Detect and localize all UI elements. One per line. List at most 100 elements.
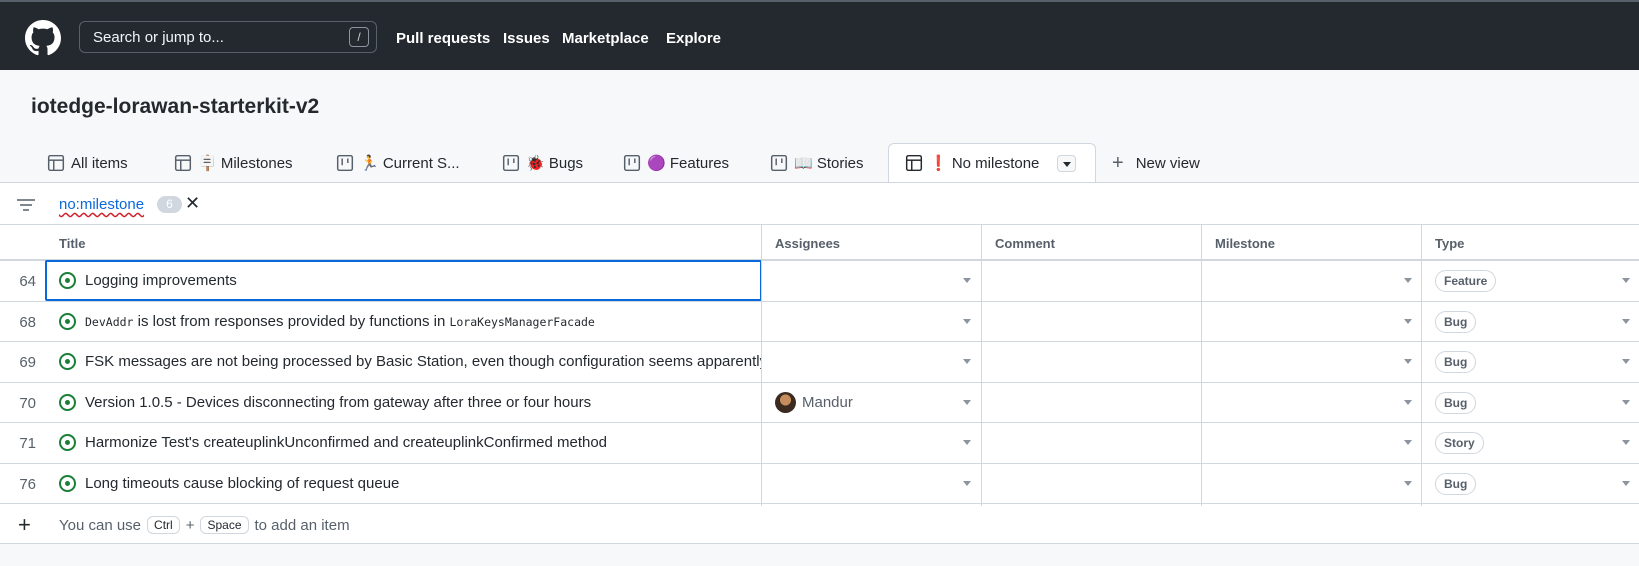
- type-dropdown-icon[interactable]: [1622, 359, 1630, 364]
- board-icon: [502, 154, 520, 172]
- assignees-dropdown-icon[interactable]: [963, 359, 971, 364]
- code-span: LoraKeysManagerFacade: [449, 314, 595, 329]
- new-view-button[interactable]: + New view: [1112, 143, 1200, 183]
- clear-filter-icon[interactable]: ✕: [185, 193, 200, 214]
- milestone-dropdown-icon[interactable]: [1404, 318, 1412, 324]
- avatar: [775, 391, 796, 413]
- tab-label: 🏃 Current S...: [360, 155, 460, 172]
- assignees-dropdown-icon[interactable]: [963, 399, 971, 405]
- table-row[interactable]: 76 Long timeouts cause blocking of reque…: [0, 464, 1639, 504]
- table-row[interactable]: 68 DevAddr is lost from responses provid…: [0, 302, 1639, 342]
- milestone-dropdown-icon[interactable]: [1404, 399, 1412, 405]
- plus-icon: +: [1112, 151, 1124, 174]
- milestone-dropdown-icon[interactable]: [1404, 278, 1412, 283]
- assignees-dropdown-icon[interactable]: [963, 480, 971, 486]
- assignee[interactable]: Mandur: [775, 391, 853, 413]
- column-divider: [981, 225, 982, 506]
- table-row[interactable]: 71 Harmonize Test's createuplinkUnconfir…: [0, 423, 1639, 464]
- milestone-dropdown-icon[interactable]: [1404, 440, 1412, 445]
- column-divider: [761, 225, 762, 506]
- tab-features[interactable]: 🟣 Features: [623, 143, 729, 183]
- plus-icon[interactable]: +: [18, 512, 31, 538]
- column-header-milestone[interactable]: Milestone: [1215, 236, 1275, 251]
- row-number: 71: [19, 435, 36, 452]
- tab-label: New view: [1135, 154, 1200, 172]
- milestone-dropdown-icon[interactable]: [1404, 359, 1412, 364]
- tab-current-sprint[interactable]: 🏃 Current S...: [336, 143, 460, 183]
- issue-title[interactable]: Version 1.0.5 - Devices disconnecting fr…: [85, 394, 761, 411]
- type-dropdown-icon[interactable]: [1622, 318, 1630, 324]
- issue-title[interactable]: Long timeouts cause blocking of request …: [85, 475, 761, 492]
- tab-label: 🪧 Milestones: [198, 155, 293, 172]
- tab-all-items[interactable]: All items: [47, 143, 128, 183]
- type-badge: Bug: [1435, 351, 1477, 373]
- column-header-comment[interactable]: Comment: [995, 236, 1055, 251]
- type-dropdown-icon[interactable]: [1622, 440, 1630, 445]
- row-number: 64: [19, 273, 36, 290]
- column-header-type[interactable]: Type: [1435, 236, 1464, 251]
- global-header: Search or jump to... / Pull requests Iss…: [0, 0, 1639, 70]
- table-row[interactable]: 70 Version 1.0.5 - Devices disconnecting…: [0, 383, 1639, 423]
- nav-issues[interactable]: Issues: [503, 30, 550, 47]
- board-icon: [623, 154, 641, 172]
- table-icon: [905, 154, 923, 172]
- tab-milestones[interactable]: 🪧 Milestones: [174, 143, 293, 183]
- github-logo-icon[interactable]: [25, 20, 61, 56]
- row-number: 70: [19, 394, 36, 412]
- column-header-assignees[interactable]: Assignees: [775, 236, 840, 251]
- table-row[interactable]: 69 FSK messages are not being processed …: [0, 342, 1639, 383]
- nav-explore[interactable]: Explore: [666, 30, 721, 47]
- filter-input[interactable]: no:milestone: [59, 196, 144, 213]
- tab-label: 🟣 Features: [647, 155, 730, 172]
- hint-prefix: You can use: [59, 516, 142, 534]
- search-shortcut-key: /: [349, 27, 369, 47]
- row-number: 69: [19, 354, 36, 371]
- open-issue-icon: [59, 353, 76, 370]
- add-item-hint: You can use Ctrl + Space to add an item: [59, 516, 350, 534]
- board-icon: [770, 154, 788, 172]
- project-title[interactable]: iotedge-lorawan-starterkit-v2: [31, 95, 319, 119]
- tab-no-milestone[interactable]: ❗ No milestone: [905, 143, 1039, 183]
- assignee-name: Mandur: [802, 393, 853, 411]
- type-badge: Feature: [1435, 270, 1497, 292]
- hint-suffix: to add an item: [254, 516, 350, 534]
- issue-title[interactable]: DevAddr is lost from responses provided …: [85, 313, 761, 330]
- kbd-ctrl: Ctrl: [147, 516, 180, 534]
- tab-label: ❗ No milestone: [929, 155, 1040, 172]
- table-row[interactable]: 64 Logging improvements Feature: [0, 260, 1639, 302]
- open-issue-icon: [59, 474, 76, 492]
- type-dropdown-icon[interactable]: [1622, 399, 1630, 405]
- filter-result-count: 6: [157, 196, 182, 213]
- selected-cell-outline: [45, 260, 762, 301]
- filter-icon[interactable]: [17, 199, 35, 211]
- column-header-title[interactable]: Title: [59, 236, 86, 251]
- tab-label: 🐞 Bugs: [526, 155, 584, 172]
- hint-plus: +: [185, 516, 195, 534]
- search-input[interactable]: Search or jump to... /: [79, 21, 377, 53]
- board-icon: [336, 154, 354, 172]
- view-options-dropdown[interactable]: [1057, 155, 1076, 172]
- issue-title[interactable]: FSK messages are not being processed by …: [85, 353, 761, 370]
- add-item-row[interactable]: + You can use Ctrl + Space to add an ite…: [0, 504, 1639, 544]
- type-badge: Story: [1435, 432, 1484, 454]
- filter-bar: no:milestone 6 ✕: [0, 183, 1639, 225]
- table-icon: [174, 154, 192, 172]
- issue-title[interactable]: Harmonize Test's createuplinkUnconfirmed…: [85, 434, 761, 451]
- nav-pull-requests[interactable]: Pull requests: [396, 30, 490, 47]
- title-text: is lost from responses provided by funct…: [133, 312, 450, 330]
- kbd-space: Space: [200, 516, 249, 534]
- type-dropdown-icon[interactable]: [1622, 278, 1630, 283]
- type-dropdown-icon[interactable]: [1622, 480, 1630, 486]
- tab-label: 📖 Stories: [794, 155, 864, 172]
- tab-bugs[interactable]: 🐞 Bugs: [502, 143, 583, 183]
- tab-stories[interactable]: 📖 Stories: [770, 143, 864, 183]
- row-number: 76: [19, 475, 36, 493]
- assignees-dropdown-icon[interactable]: [963, 278, 971, 283]
- milestone-dropdown-icon[interactable]: [1404, 480, 1412, 486]
- open-issue-icon: [59, 434, 76, 451]
- row-number: 68: [19, 313, 36, 331]
- assignees-dropdown-icon[interactable]: [963, 318, 971, 324]
- type-badge: Bug: [1435, 472, 1477, 495]
- nav-marketplace[interactable]: Marketplace: [562, 30, 649, 47]
- assignees-dropdown-icon[interactable]: [963, 440, 971, 445]
